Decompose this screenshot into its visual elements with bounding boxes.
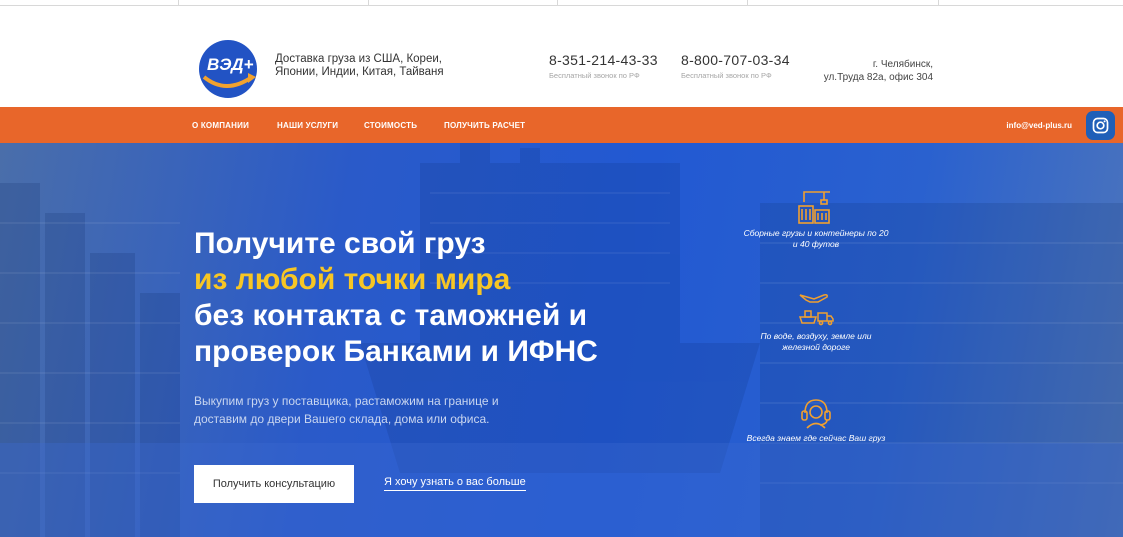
nav-email[interactable]: info@ved-plus.ru: [1006, 121, 1072, 130]
phone-block-2: 8-800-707-03-34 Бесплатный звонок по РФ: [681, 52, 790, 80]
logo-text: ВЭД+: [207, 55, 254, 74]
logo[interactable]: ВЭД+: [196, 37, 262, 99]
browser-top-line: [0, 0, 1123, 6]
phone-number-2[interactable]: 8-800-707-03-34: [681, 52, 790, 68]
nav-item-services[interactable]: НАШИ УСЛУГИ: [277, 121, 338, 130]
feature-tracking-caption: Всегда знаем где сейчас Ваш груз: [746, 433, 886, 443]
phone-note-1: Бесплатный звонок по РФ: [549, 71, 640, 80]
feature-transport: По воде, воздуху, земле или железной дор…: [741, 289, 891, 353]
learn-more-link[interactable]: Я хочу узнать о вас больше: [384, 476, 526, 491]
main-nav: О КОМПАНИИ НАШИ УСЛУГИ СТОИМОСТЬ ПОЛУЧИТ…: [0, 107, 1123, 143]
address-street: ул.Труда 82а, офис 304: [823, 72, 933, 83]
nav-item-pricing[interactable]: СТОИМОСТЬ: [364, 121, 417, 130]
phone-number-1[interactable]: 8-351-214-43-33: [549, 52, 658, 68]
feature-containers: Сборные грузы и контейнеры по 20 и 40 фу…: [741, 188, 891, 250]
address-city: г. Челябинск,: [872, 59, 933, 70]
hero-title-line1: Получите свой груз: [194, 227, 486, 260]
tagline: Доставка груза из США, Кореи, Японии, Ин…: [275, 53, 444, 78]
phone-block-1: 8-351-214-43-33 Бесплатный звонок по РФ: [549, 52, 658, 80]
support-headset-icon: [801, 399, 831, 429]
hero-title-line3: без контакта с таможней и: [194, 299, 588, 332]
hero-section: Получите свой груз из любой точки мира б…: [0, 143, 1123, 537]
nav-item-calculation[interactable]: ПОЛУЧИТЬ РАСЧЕТ: [444, 121, 525, 130]
address: г. Челябинск, ул.Труда 82а, офис 304: [824, 58, 933, 84]
hero-title-line4: проверок Банками и ИФНС: [194, 335, 598, 368]
instagram-icon[interactable]: [1086, 111, 1115, 140]
phone-note-2: Бесплатный звонок по РФ: [681, 71, 772, 80]
nav-item-about[interactable]: О КОМПАНИИ: [192, 121, 249, 130]
feature-tracking: Всегда знаем где сейчас Ваш груз: [741, 395, 891, 444]
hero-title-line2: из любой точки мира: [194, 263, 511, 296]
hero-subtitle: Выкупим груз у поставщика, растаможим на…: [194, 394, 499, 426]
get-consultation-button[interactable]: Получить консультацию: [194, 465, 354, 503]
hero-title: Получите свой груз из любой точки мира б…: [194, 226, 598, 370]
feature-transport-caption: По воде, воздуху, земле или железной дор…: [760, 331, 872, 352]
feature-containers-caption: Сборные грузы и контейнеры по 20 и 40 фу…: [743, 228, 889, 249]
site-header: ВЭД+ Доставка груза из США, Кореи, Япони…: [0, 7, 1123, 107]
transport-icon: [798, 294, 834, 326]
container-crane-icon: [798, 191, 830, 224]
